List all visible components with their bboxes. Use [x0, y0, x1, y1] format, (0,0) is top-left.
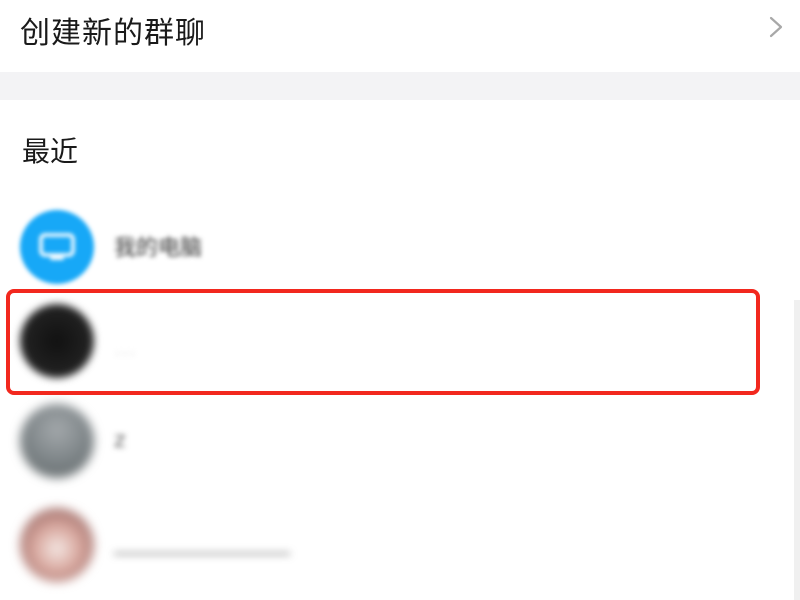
- avatar: [20, 404, 94, 478]
- avatar: [20, 210, 94, 284]
- create-group-chat-row[interactable]: 创建新的群聊: [0, 0, 800, 72]
- share-contact-picker: 创建新的群聊 最近 我的电脑 … z ________________: [0, 0, 800, 600]
- contact-row-my-computer[interactable]: 我的电脑: [0, 200, 800, 292]
- recent-heading: 最近: [22, 135, 79, 168]
- highlight-annotation-box: [6, 289, 760, 395]
- avatar: [20, 508, 94, 582]
- chevron-right-icon: [769, 16, 783, 38]
- monitor-icon: [39, 233, 75, 260]
- create-group-chat-label: 创建新的群聊: [20, 16, 206, 51]
- contact-row-pink-contact[interactable]: ________________: [0, 500, 800, 592]
- section-divider: [0, 72, 800, 100]
- contact-name: z: [114, 428, 126, 453]
- contact-name: 我的电脑: [114, 236, 203, 261]
- scrollbar-track: [794, 300, 800, 600]
- contact-row-grey-contact[interactable]: z: [0, 400, 800, 492]
- contact-name: ________________: [114, 530, 290, 555]
